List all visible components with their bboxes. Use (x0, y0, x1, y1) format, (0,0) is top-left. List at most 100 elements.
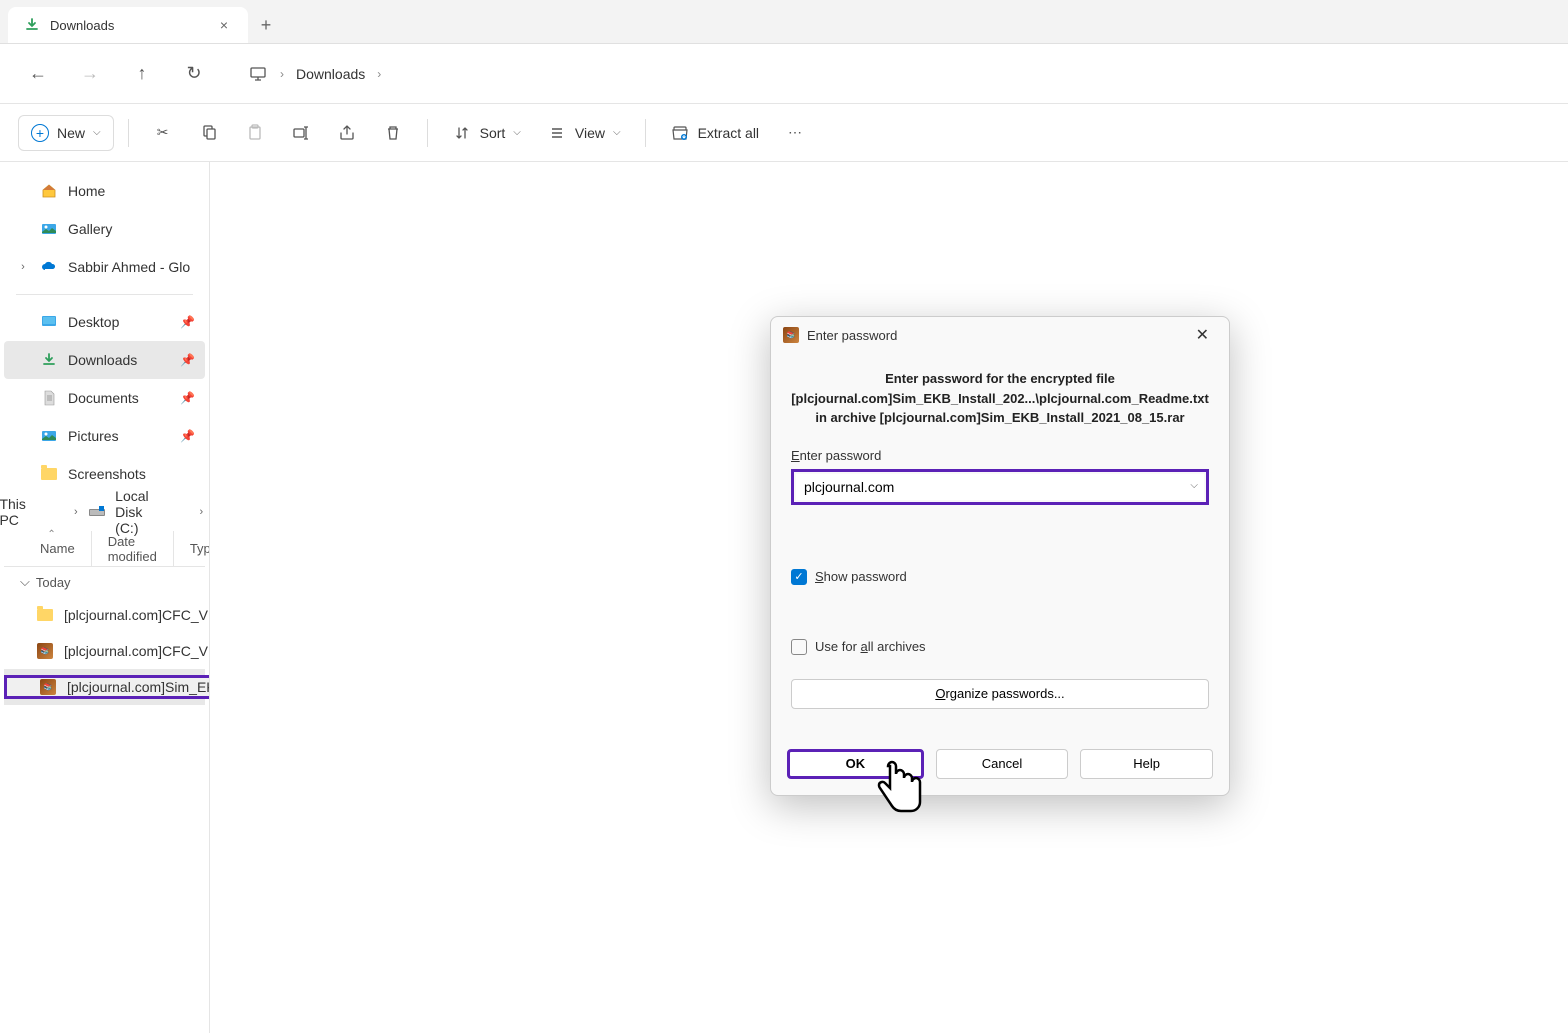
sort-indicator-icon: ⌃ (47, 529, 55, 540)
forward-button[interactable]: → (72, 56, 108, 92)
password-label: Enter password (791, 448, 1209, 463)
refresh-button[interactable]: ↻ (176, 56, 212, 92)
password-input[interactable] (796, 474, 1204, 500)
file-row[interactable]: [plcjournal.com]CFC_V17 11/20/2024 9:54 … (4, 597, 205, 633)
sidebar-label: Downloads (68, 352, 137, 368)
back-button[interactable]: ← (20, 56, 56, 92)
dialog-footer: OK Cancel Help (771, 737, 1229, 795)
chevron-right-icon: › (377, 67, 381, 81)
tab-title: Downloads (50, 18, 206, 33)
group-label: Today (36, 575, 71, 590)
cut-button[interactable]: ✂ (143, 115, 183, 151)
download-icon (40, 351, 58, 369)
winrar-icon: 📚 (783, 327, 799, 343)
column-date[interactable]: Date modified (92, 531, 174, 566)
sidebar-item-drive-d[interactable]: › Local Disk (D:) (170, 493, 210, 531)
chevron-down-icon: ⌵ (513, 127, 521, 138)
sidebar-item-desktop[interactable]: Desktop 📌 (4, 303, 205, 341)
extract-all-button[interactable]: Extract all (660, 115, 769, 151)
help-button[interactable]: Help (1080, 749, 1213, 779)
archive-icon: 📚 (36, 642, 54, 660)
view-button[interactable]: View ⌵ (537, 115, 631, 151)
dialog-titlebar[interactable]: 📚 Enter password ✕ (771, 317, 1229, 353)
new-tab-button[interactable]: + (248, 7, 284, 43)
sidebar-item-event[interactable]: Event MSSB Local Disk (E:) ⌵ This PC › L… (4, 493, 205, 531)
gallery-icon (40, 220, 58, 238)
download-icon (24, 17, 40, 33)
password-input-wrap: ⌵ (791, 469, 1209, 505)
close-icon[interactable]: × (216, 15, 232, 35)
sidebar-item-drive-c[interactable]: › Local Disk (C:) (45, 493, 170, 531)
toolbar: + New ⌵ ✂ Sort ⌵ View ⌵ Extract all ⋯ (0, 104, 1568, 162)
sidebar-label: Sabbir Ahmed - Glo (68, 259, 190, 275)
sort-icon (452, 123, 472, 143)
up-button[interactable]: ↑ (124, 56, 160, 92)
pin-icon: 📌 (180, 353, 195, 367)
delete-button[interactable] (373, 115, 413, 151)
sidebar-item-gallery[interactable]: Gallery (4, 210, 205, 248)
share-button[interactable] (327, 115, 367, 151)
folder-icon (36, 606, 54, 624)
group-today[interactable]: ⌵ Today (4, 567, 205, 597)
pin-icon: 📌 (180, 315, 195, 329)
organize-passwords-button[interactable]: Organize passwords... (791, 679, 1209, 709)
scissors-icon: ✂ (153, 123, 173, 143)
chevron-down-icon: ⌵ (93, 127, 101, 138)
paste-button[interactable] (235, 115, 275, 151)
sidebar-label: Local Disk (C:) (115, 488, 158, 536)
column-name[interactable]: Name ⌃ (4, 531, 92, 566)
tab-downloads[interactable]: Downloads × (8, 7, 248, 43)
sidebar-item-this-pc[interactable]: ⌵ This PC (0, 493, 45, 531)
chevron-right-icon[interactable]: › (198, 506, 205, 518)
separator (128, 119, 129, 147)
nav-bar: ← → ↑ ↻ › Downloads › (0, 44, 1568, 104)
checkbox-unchecked-icon (791, 639, 807, 655)
show-password-checkbox[interactable]: ✓ Show password (791, 569, 1209, 585)
rename-button[interactable] (281, 115, 321, 151)
sort-button[interactable]: Sort ⌵ (442, 115, 531, 151)
use-all-archives-checkbox[interactable]: Use for all archives (791, 639, 1209, 655)
file-name: [plcjournal.com]CFC_V17 (64, 643, 210, 659)
sidebar-item-documents[interactable]: Documents 📌 (4, 379, 205, 417)
extract-icon (670, 123, 690, 143)
new-button[interactable]: + New ⌵ (18, 115, 114, 151)
document-icon (40, 389, 58, 407)
clipboard-icon (245, 123, 265, 143)
tab-bar: Downloads × + (0, 0, 1568, 44)
dialog-message: Enter password for the encrypted file [p… (791, 369, 1209, 428)
sidebar-label: Gallery (68, 221, 112, 237)
file-area: Name ⌃ Date modified Type Size ⌵ Today [… (4, 531, 205, 705)
column-type[interactable]: Type (174, 531, 210, 566)
chevron-right-icon[interactable]: › (73, 506, 80, 518)
cloud-icon (40, 258, 58, 276)
sidebar-item-home[interactable]: Home (4, 172, 205, 210)
sidebar-item-screenshots[interactable]: Screenshots (4, 455, 205, 493)
copy-button[interactable] (189, 115, 229, 151)
extract-label: Extract all (698, 125, 759, 141)
sidebar-item-downloads[interactable]: Downloads 📌 (4, 341, 205, 379)
file-name: [plcjournal.com]CFC_V17 (64, 607, 210, 623)
chevron-down-icon: ⌵ (613, 127, 621, 138)
separator (427, 119, 428, 147)
file-row-selected[interactable]: 📚[plcjournal.com]Sim_EKB_Install_2021_08… (4, 669, 205, 705)
view-label: View (575, 125, 605, 141)
plus-icon: + (31, 124, 49, 142)
sidebar-item-pictures[interactable]: Pictures 📌 (4, 417, 205, 455)
file-row[interactable]: 📚[plcjournal.com]CFC_V17 11/20/2024 9:53… (4, 633, 205, 669)
rename-icon (291, 123, 311, 143)
breadcrumb[interactable]: › Downloads › (236, 58, 393, 90)
trash-icon (383, 123, 403, 143)
sidebar-label: This PC (0, 496, 33, 528)
content-area: Home Gallery › Sabbir Ahmed - Glo Deskto… (0, 162, 1568, 1033)
cancel-button[interactable]: Cancel (936, 749, 1069, 779)
more-button[interactable]: ⋯ (775, 115, 815, 151)
chevron-right-icon: › (280, 67, 284, 81)
close-icon[interactable]: ✕ (1188, 321, 1217, 349)
pin-icon: 📌 (180, 429, 195, 443)
view-icon (547, 123, 567, 143)
drive-icon (89, 503, 105, 521)
sidebar-item-onedrive[interactable]: › Sabbir Ahmed - Glo (4, 248, 205, 286)
breadcrumb-location[interactable]: Downloads (296, 66, 365, 82)
ok-button[interactable]: OK (787, 749, 924, 779)
chevron-right-icon[interactable]: › (16, 261, 30, 273)
